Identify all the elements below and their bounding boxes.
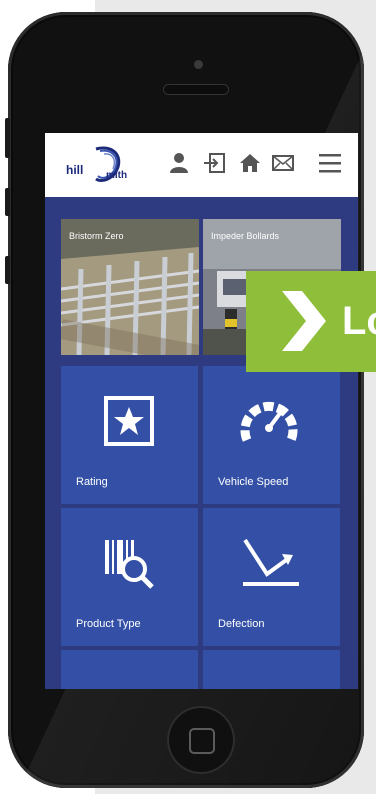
tile-product-type[interactable]: Product Type: [61, 508, 198, 646]
mail-icon[interactable]: [271, 151, 295, 175]
front-camera: [194, 60, 203, 69]
volume-up-button: [5, 188, 10, 216]
tile-empty-2[interactable]: [203, 650, 340, 689]
mute-switch: [5, 118, 10, 158]
phone-frame: hill mith Bristorm Zero Impeder Bollards…: [8, 12, 364, 788]
user-icon[interactable]: [167, 151, 191, 175]
tile-label: Defection: [218, 618, 265, 630]
logo-text-smith: mith: [106, 170, 128, 181]
tile-vehicle-speed[interactable]: Vehicle Speed: [203, 366, 340, 504]
logo-text-hill: hill: [66, 163, 84, 177]
photo-label: Impeder Bollards: [211, 231, 280, 241]
earpiece-speaker: [163, 84, 229, 95]
home-icon[interactable]: [238, 151, 262, 175]
star-badge-icon: [102, 394, 156, 453]
tile-defection[interactable]: Defection: [203, 508, 340, 646]
photo-tile-bristorm-zero[interactable]: Bristorm Zero: [61, 219, 199, 355]
barcode-search-icon: [103, 536, 157, 595]
tile-label: Vehicle Speed: [218, 476, 289, 488]
login-banner[interactable]: Lo: [246, 271, 376, 372]
menu-icon[interactable]: [318, 151, 342, 175]
login-icon[interactable]: [203, 151, 227, 175]
tile-label: Product Type: [76, 618, 141, 630]
photo-label: Bristorm Zero: [69, 231, 124, 241]
deflection-arrow-icon: [241, 534, 301, 595]
tile-label: Rating: [76, 476, 108, 488]
tile-rating[interactable]: Rating: [61, 366, 198, 504]
speedometer-icon: [239, 394, 299, 449]
chevron-right-icon: [282, 291, 326, 351]
home-button[interactable]: [167, 706, 235, 774]
app-header: hill mith: [45, 133, 358, 197]
phone-screen: hill mith Bristorm Zero Impeder Bollards…: [45, 133, 358, 689]
hill-smith-logo[interactable]: hill mith: [62, 145, 142, 185]
volume-down-button: [5, 256, 10, 284]
tile-empty-1[interactable]: [61, 650, 198, 689]
home-square-icon: [189, 728, 215, 754]
banner-text: Lo: [342, 299, 376, 343]
